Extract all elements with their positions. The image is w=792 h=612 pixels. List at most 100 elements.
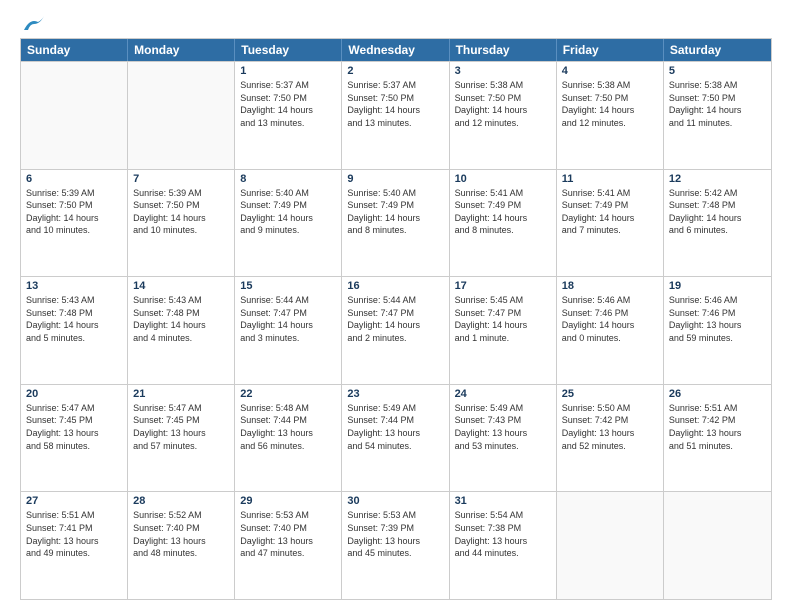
page: SundayMondayTuesdayWednesdayThursdayFrid…	[0, 0, 792, 612]
cell-day-number: 28	[133, 495, 229, 507]
weekday-header: Sunday	[21, 39, 128, 61]
calendar-row: 20 Sunrise: 5:47 AM Sunset: 7:45 PM Dayli…	[21, 384, 771, 492]
cell-day-number: 13	[26, 280, 122, 292]
cell-day-number: 11	[562, 173, 658, 185]
cell-info: Sunrise: 5:53 AM Sunset: 7:40 PM Dayligh…	[240, 509, 336, 559]
calendar-row: 1 Sunrise: 5:37 AM Sunset: 7:50 PM Daylig…	[21, 61, 771, 169]
calendar-cell: 12 Sunrise: 5:42 AM Sunset: 7:48 PM Dayli…	[664, 170, 771, 277]
calendar-cell: 24 Sunrise: 5:49 AM Sunset: 7:43 PM Dayli…	[450, 385, 557, 492]
cell-info: Sunrise: 5:43 AM Sunset: 7:48 PM Dayligh…	[26, 294, 122, 344]
calendar-cell: 4Sunrise: 5:38 AM Sunset: 7:50 PM Daylig…	[557, 62, 664, 169]
weekday-header: Friday	[557, 39, 664, 61]
calendar-cell: 8Sunrise: 5:40 AM Sunset: 7:49 PM Daylig…	[235, 170, 342, 277]
calendar-cell	[21, 62, 128, 169]
cell-day-number: 25	[562, 388, 658, 400]
cell-day-number: 6	[26, 173, 122, 185]
calendar-cell: 9Sunrise: 5:40 AM Sunset: 7:49 PM Daylig…	[342, 170, 449, 277]
cell-day-number: 30	[347, 495, 443, 507]
header	[20, 16, 772, 30]
cell-info: Sunrise: 5:44 AM Sunset: 7:47 PM Dayligh…	[347, 294, 443, 344]
cell-day-number: 12	[669, 173, 766, 185]
cell-info: Sunrise: 5:38 AM Sunset: 7:50 PM Dayligh…	[455, 79, 551, 129]
cell-day-number: 2	[347, 65, 443, 77]
calendar-cell: 30 Sunrise: 5:53 AM Sunset: 7:39 PM Dayli…	[342, 492, 449, 599]
cell-day-number: 5	[669, 65, 766, 77]
calendar-cell: 7 Sunrise: 5:39 AM Sunset: 7:50 PM Daylig…	[128, 170, 235, 277]
cell-day-number: 26	[669, 388, 766, 400]
cell-info: Sunrise: 5:37 AM Sunset: 7:50 PM Dayligh…	[240, 79, 336, 129]
logo-text	[20, 16, 44, 34]
logo-bird-icon	[22, 16, 44, 34]
calendar-cell: 22 Sunrise: 5:48 AM Sunset: 7:44 PM Dayli…	[235, 385, 342, 492]
cell-day-number: 31	[455, 495, 551, 507]
cell-info: Sunrise: 5:52 AM Sunset: 7:40 PM Dayligh…	[133, 509, 229, 559]
calendar-cell: 13 Sunrise: 5:43 AM Sunset: 7:48 PM Dayli…	[21, 277, 128, 384]
calendar-cell: 31Sunrise: 5:54 AM Sunset: 7:38 PM Dayli…	[450, 492, 557, 599]
calendar-cell: 28 Sunrise: 5:52 AM Sunset: 7:40 PM Dayli…	[128, 492, 235, 599]
cell-info: Sunrise: 5:39 AM Sunset: 7:50 PM Dayligh…	[133, 187, 229, 237]
cell-info: Sunrise: 5:46 AM Sunset: 7:46 PM Dayligh…	[669, 294, 766, 344]
cell-info: Sunrise: 5:48 AM Sunset: 7:44 PM Dayligh…	[240, 402, 336, 452]
cell-info: Sunrise: 5:41 AM Sunset: 7:49 PM Dayligh…	[455, 187, 551, 237]
cell-day-number: 29	[240, 495, 336, 507]
cell-info: Sunrise: 5:49 AM Sunset: 7:43 PM Dayligh…	[455, 402, 551, 452]
cell-day-number: 3	[455, 65, 551, 77]
cell-info: Sunrise: 5:42 AM Sunset: 7:48 PM Dayligh…	[669, 187, 766, 237]
calendar-body: 1 Sunrise: 5:37 AM Sunset: 7:50 PM Daylig…	[21, 61, 771, 599]
calendar-row: 13 Sunrise: 5:43 AM Sunset: 7:48 PM Dayli…	[21, 276, 771, 384]
cell-info: Sunrise: 5:38 AM Sunset: 7:50 PM Dayligh…	[669, 79, 766, 129]
calendar-cell: 26 Sunrise: 5:51 AM Sunset: 7:42 PM Dayli…	[664, 385, 771, 492]
cell-info: Sunrise: 5:46 AM Sunset: 7:46 PM Dayligh…	[562, 294, 658, 344]
calendar-cell: 21 Sunrise: 5:47 AM Sunset: 7:45 PM Dayli…	[128, 385, 235, 492]
cell-info: Sunrise: 5:41 AM Sunset: 7:49 PM Dayligh…	[562, 187, 658, 237]
cell-day-number: 23	[347, 388, 443, 400]
cell-day-number: 14	[133, 280, 229, 292]
cell-info: Sunrise: 5:51 AM Sunset: 7:42 PM Dayligh…	[669, 402, 766, 452]
cell-day-number: 20	[26, 388, 122, 400]
cell-day-number: 17	[455, 280, 551, 292]
cell-info: Sunrise: 5:40 AM Sunset: 7:49 PM Dayligh…	[240, 187, 336, 237]
cell-info: Sunrise: 5:47 AM Sunset: 7:45 PM Dayligh…	[26, 402, 122, 452]
cell-info: Sunrise: 5:39 AM Sunset: 7:50 PM Dayligh…	[26, 187, 122, 237]
cell-day-number: 16	[347, 280, 443, 292]
calendar-cell: 3 Sunrise: 5:38 AM Sunset: 7:50 PM Daylig…	[450, 62, 557, 169]
cell-info: Sunrise: 5:44 AM Sunset: 7:47 PM Dayligh…	[240, 294, 336, 344]
cell-day-number: 7	[133, 173, 229, 185]
calendar-cell: 23Sunrise: 5:49 AM Sunset: 7:44 PM Dayli…	[342, 385, 449, 492]
calendar-cell	[664, 492, 771, 599]
cell-info: Sunrise: 5:51 AM Sunset: 7:41 PM Dayligh…	[26, 509, 122, 559]
cell-info: Sunrise: 5:43 AM Sunset: 7:48 PM Dayligh…	[133, 294, 229, 344]
cell-day-number: 19	[669, 280, 766, 292]
calendar-cell: 2Sunrise: 5:37 AM Sunset: 7:50 PM Daylig…	[342, 62, 449, 169]
cell-day-number: 18	[562, 280, 658, 292]
cell-day-number: 24	[455, 388, 551, 400]
calendar-cell: 18 Sunrise: 5:46 AM Sunset: 7:46 PM Dayli…	[557, 277, 664, 384]
calendar-cell: 5 Sunrise: 5:38 AM Sunset: 7:50 PM Daylig…	[664, 62, 771, 169]
calendar-cell	[128, 62, 235, 169]
weekday-header: Saturday	[664, 39, 771, 61]
calendar-cell: 10Sunrise: 5:41 AM Sunset: 7:49 PM Dayli…	[450, 170, 557, 277]
weekday-header: Wednesday	[342, 39, 449, 61]
weekday-header: Thursday	[450, 39, 557, 61]
logo	[20, 16, 44, 30]
cell-day-number: 1	[240, 65, 336, 77]
cell-day-number: 21	[133, 388, 229, 400]
calendar-cell: 11 Sunrise: 5:41 AM Sunset: 7:49 PM Dayli…	[557, 170, 664, 277]
calendar-cell: 20 Sunrise: 5:47 AM Sunset: 7:45 PM Dayli…	[21, 385, 128, 492]
calendar-cell	[557, 492, 664, 599]
cell-info: Sunrise: 5:40 AM Sunset: 7:49 PM Dayligh…	[347, 187, 443, 237]
cell-info: Sunrise: 5:38 AM Sunset: 7:50 PM Dayligh…	[562, 79, 658, 129]
calendar-cell: 16 Sunrise: 5:44 AM Sunset: 7:47 PM Dayli…	[342, 277, 449, 384]
calendar-cell: 15Sunrise: 5:44 AM Sunset: 7:47 PM Dayli…	[235, 277, 342, 384]
cell-day-number: 27	[26, 495, 122, 507]
calendar-row: 6 Sunrise: 5:39 AM Sunset: 7:50 PM Daylig…	[21, 169, 771, 277]
weekday-header: Tuesday	[235, 39, 342, 61]
cell-day-number: 22	[240, 388, 336, 400]
cell-info: Sunrise: 5:53 AM Sunset: 7:39 PM Dayligh…	[347, 509, 443, 559]
weekday-header: Monday	[128, 39, 235, 61]
cell-info: Sunrise: 5:45 AM Sunset: 7:47 PM Dayligh…	[455, 294, 551, 344]
calendar-header: SundayMondayTuesdayWednesdayThursdayFrid…	[21, 39, 771, 61]
cell-info: Sunrise: 5:47 AM Sunset: 7:45 PM Dayligh…	[133, 402, 229, 452]
calendar-cell: 29 Sunrise: 5:53 AM Sunset: 7:40 PM Dayli…	[235, 492, 342, 599]
calendar-cell: 6 Sunrise: 5:39 AM Sunset: 7:50 PM Daylig…	[21, 170, 128, 277]
